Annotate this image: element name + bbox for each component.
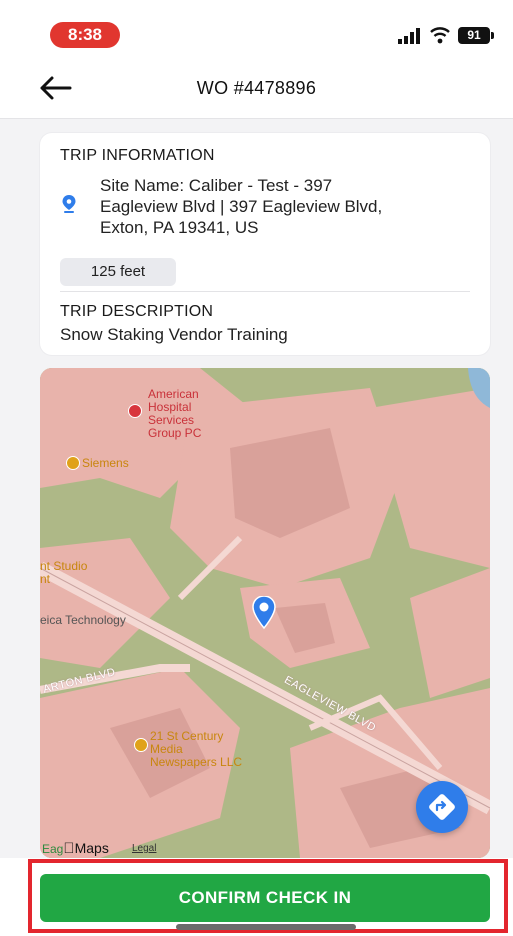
century-poi-label[interactable]: 21 St Century Media Newspapers LLC: [150, 730, 242, 769]
legal-link[interactable]: Legal: [132, 843, 156, 854]
site-address: Site Name: Caliber - Test - 397 Eaglevie…: [100, 175, 480, 238]
wifi-icon: [430, 27, 450, 44]
directions-button[interactable]: [416, 781, 468, 833]
trip-description: Snow Staking Vendor Training: [60, 325, 288, 344]
app-screen: 8:38 91 WO #4478896 TRIP INFORMATION Sit…: [0, 0, 513, 936]
status-bar: 8:38 91: [0, 0, 513, 60]
studio-poi-label[interactable]: nt Studio nt: [40, 560, 87, 586]
hospital-poi-icon: [128, 404, 142, 418]
siemens-poi-icon: [66, 456, 80, 470]
page-title: WO #4478896: [196, 78, 317, 98]
home-indicator[interactable]: [176, 924, 356, 930]
siemens-poi-label[interactable]: Siemens: [82, 457, 129, 470]
location-pin-icon: [62, 195, 76, 213]
map-view[interactable]: American Hospital Services Group PC Siem…: [40, 368, 490, 858]
card-divider: [60, 291, 470, 292]
trip-information-card: TRIP INFORMATION Site Name: Caliber - Te…: [40, 133, 490, 355]
battery-icon: 91: [458, 27, 494, 44]
site-address-line: Eagleview Blvd | 397 Eagleview Blvd,: [100, 197, 383, 216]
maps-attribution: EagMaps: [42, 840, 109, 857]
site-address-line: Exton, PA 19341, US: [100, 218, 259, 237]
confirm-check-in-button[interactable]: CONFIRM CHECK IN: [40, 874, 490, 922]
signal-icon: [398, 28, 420, 44]
top-bar: WO #4478896: [0, 60, 513, 119]
distance-badge: 125 feet: [60, 258, 176, 286]
hospital-poi-label[interactable]: American Hospital Services Group PC: [148, 388, 201, 440]
leica-poi-label[interactable]: eica Technology: [40, 614, 126, 627]
directions-icon: [429, 794, 455, 820]
trip-description-heading: TRIP DESCRIPTION: [60, 303, 214, 320]
site-address-line: Site Name: Caliber - Test - 397: [100, 176, 333, 195]
trip-information-heading: TRIP INFORMATION: [60, 147, 215, 164]
century-poi-icon: [134, 738, 148, 752]
map-location-pin-icon[interactable]: [252, 596, 276, 630]
status-time: 8:38: [50, 22, 120, 48]
